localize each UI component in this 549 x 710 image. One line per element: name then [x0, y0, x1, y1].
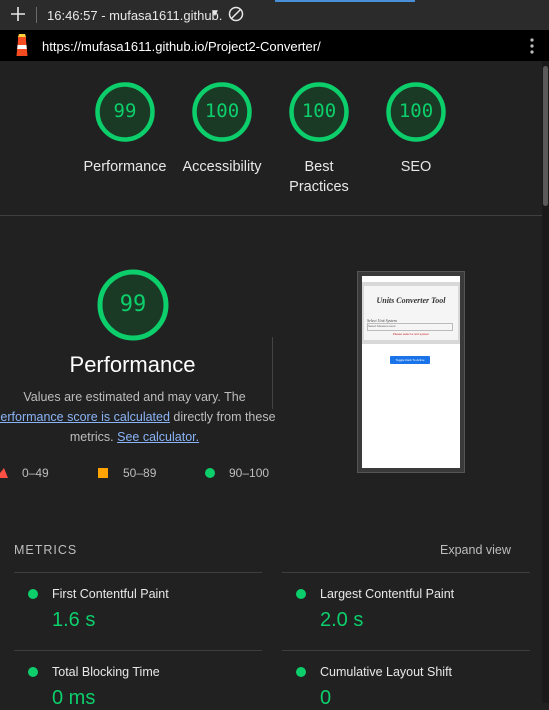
lighthouse-logo-icon	[16, 34, 28, 56]
gauge-label[interactable]: Best Practices	[264, 157, 374, 197]
scrollbar-thumb[interactable]	[543, 66, 548, 206]
screenshot-title: Units Converter Tool	[376, 296, 446, 305]
metric-divider	[282, 650, 530, 651]
clear-block-icon[interactable]	[228, 6, 244, 22]
section-divider	[0, 215, 542, 216]
screenshot-page: Units Converter Tool Select Unit System …	[362, 276, 460, 468]
metric-label: First Contentful Paint	[52, 587, 169, 601]
performance-description: Values are estimated and may vary. The p…	[0, 387, 277, 447]
metric-label: Cumulative Layout Shift	[320, 665, 453, 679]
metric-label: Total Blocking Time	[52, 665, 160, 679]
performance-title: Performance	[69, 352, 196, 377]
gauge-label-text: Accessibility	[182, 159, 262, 175]
more-options-icon[interactable]	[529, 37, 535, 55]
url-bar: https://mufasa1611.github.io/Project2-Co…	[0, 30, 549, 61]
plus-icon[interactable]	[9, 5, 27, 23]
pass-circle-icon	[205, 468, 215, 478]
gauge-label[interactable]: Performance	[70, 157, 180, 177]
metric-divider	[14, 650, 262, 651]
metric-value: 0	[320, 687, 332, 709]
active-tab-indicator	[275, 0, 415, 2]
pass-circle-icon	[296, 667, 306, 677]
vertical-divider	[272, 337, 273, 409]
legend-fail-range: 0–49	[22, 466, 49, 480]
chevron-down-icon[interactable]: ▼	[210, 8, 220, 19]
screenshot-button: Toggle Dark To Active	[390, 356, 430, 364]
pass-circle-icon	[28, 667, 38, 677]
metric-value: 1.6 s	[52, 609, 96, 631]
metrics-heading: METRICS	[14, 543, 78, 557]
perf-desc-line2: directly from these	[173, 410, 276, 424]
see-calculator-link[interactable]: See calculator.	[117, 430, 199, 444]
pass-circle-icon	[296, 589, 306, 599]
gauge-score: 100	[398, 100, 434, 122]
metric-value: 2.0 s	[320, 609, 364, 631]
screenshot-error: Please select a unit system	[392, 332, 430, 336]
perf-desc-line3: metrics.	[69, 430, 114, 444]
gauge-label-text-line2: Practices	[289, 179, 349, 195]
metric-value: 0 ms	[52, 687, 96, 709]
gauge-label[interactable]: Accessibility	[167, 157, 277, 177]
gauge-label-text: Performance	[83, 159, 167, 175]
report-selector[interactable]: 16:46:57 - mufasa1611.github.	[47, 8, 222, 23]
score-calculated-link[interactable]: performance score is calculated	[0, 410, 170, 424]
metric-label: Largest Contentful Paint	[320, 587, 455, 601]
final-screenshot[interactable]: Units Converter Tool Select Unit System …	[357, 271, 465, 473]
gauge-label-text: Best	[304, 159, 334, 175]
expand-view-toggle[interactable]: Expand view	[440, 543, 511, 557]
average-square-icon	[98, 468, 108, 478]
devtools-toolbar: 16:46:57 - mufasa1611.github. ▼	[0, 0, 549, 31]
page-url[interactable]: https://mufasa1611.github.io/Project2-Co…	[42, 39, 321, 54]
gauge-score: 99	[113, 100, 137, 122]
metric-divider	[14, 572, 262, 573]
gauge-score: 100	[301, 100, 337, 122]
toolbar-separator	[36, 7, 37, 23]
performance-score-large: 99	[119, 292, 147, 317]
screenshot-select: Select Measurement	[367, 323, 453, 331]
gauge-label[interactable]: SEO	[361, 157, 471, 177]
pass-circle-icon	[28, 589, 38, 599]
legend-pass-range: 90–100	[229, 466, 270, 480]
legend-average-range: 50–89	[123, 466, 157, 480]
perf-desc-line1: Values are estimated and may vary. The	[23, 390, 246, 404]
metric-divider	[282, 572, 530, 573]
gauge-label-text: SEO	[400, 159, 432, 175]
fail-triangle-icon	[0, 468, 8, 478]
gauge-score: 100	[204, 100, 240, 122]
